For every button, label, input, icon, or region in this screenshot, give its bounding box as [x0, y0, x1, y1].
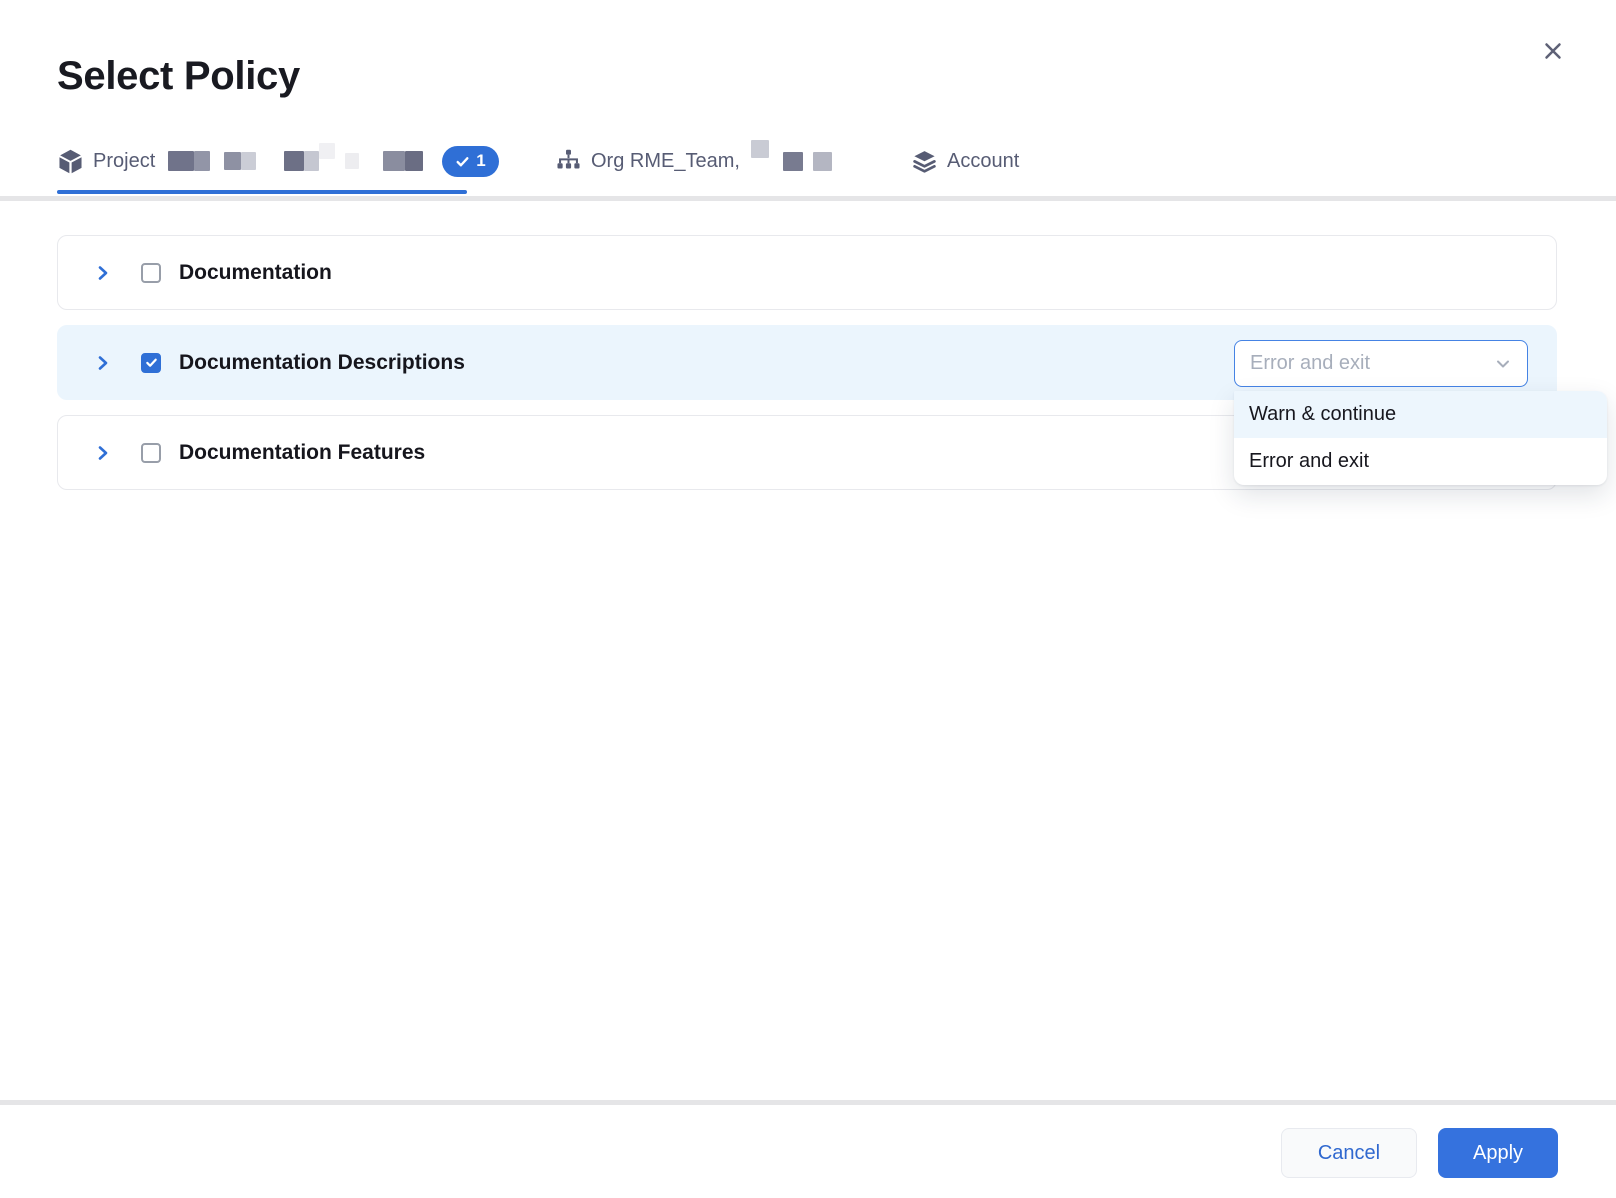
org-chart-icon [555, 148, 582, 175]
action-select-value: Error and exit [1250, 352, 1370, 375]
redacted-block [241, 152, 256, 170]
redacted-block [304, 151, 319, 171]
apply-button[interactable]: Apply [1438, 1128, 1558, 1178]
check-icon [455, 154, 470, 169]
redacted-block [383, 151, 405, 171]
redacted-block [319, 143, 335, 159]
layers-icon [911, 148, 938, 175]
expand-chevron[interactable] [94, 264, 112, 282]
tab-project[interactable]: Project 1 [57, 142, 499, 180]
menu-option-warn-continue[interactable]: Warn & continue [1234, 391, 1607, 438]
tab-account[interactable]: Account [911, 142, 1019, 180]
active-tab-indicator [57, 190, 467, 194]
policy-label: Documentation Descriptions [179, 351, 465, 375]
footer-divider [0, 1100, 1616, 1105]
checkbox-documentation-features[interactable] [141, 443, 161, 463]
policy-label: Documentation Features [179, 441, 425, 465]
cube-icon [57, 148, 84, 175]
redacted-block [783, 152, 803, 171]
chevron-right-icon [94, 444, 112, 462]
tab-org[interactable]: Org RME_Team, [555, 142, 832, 180]
select-policy-modal: Select Policy Project 1 Org RME_Team, [0, 0, 1616, 1198]
cancel-button[interactable]: Cancel [1281, 1128, 1417, 1178]
selected-count: 1 [476, 151, 485, 171]
chevron-down-icon [1493, 354, 1513, 374]
redacted-block [284, 151, 304, 171]
check-icon [145, 356, 158, 369]
checkbox-documentation-descriptions[interactable] [141, 353, 161, 373]
action-select-menu: Warn & continue Error and exit [1234, 391, 1607, 485]
redacted-block [194, 151, 210, 171]
redacted-block [224, 152, 241, 170]
chevron-right-icon [94, 354, 112, 372]
policy-label: Documentation [179, 261, 332, 285]
redacted-block [168, 151, 194, 171]
action-select[interactable]: Error and exit [1234, 340, 1528, 387]
tab-bar-divider [0, 196, 1616, 201]
redacted-block [405, 151, 423, 171]
menu-option-error-exit[interactable]: Error and exit [1234, 438, 1607, 485]
close-button[interactable] [1536, 34, 1570, 68]
tab-org-label: Org RME_Team, [591, 150, 740, 173]
redacted-text [749, 152, 832, 171]
policy-row-documentation: Documentation [57, 235, 1557, 310]
redacted-text [164, 151, 423, 171]
redacted-block [813, 152, 832, 171]
modal-title: Select Policy [57, 52, 300, 100]
chevron-right-icon [94, 264, 112, 282]
close-icon [1541, 39, 1565, 63]
tab-project-label: Project [93, 150, 155, 173]
tab-account-label: Account [947, 150, 1019, 173]
selected-count-badge: 1 [442, 146, 498, 177]
checkbox-documentation[interactable] [141, 263, 161, 283]
expand-chevron[interactable] [94, 444, 112, 462]
expand-chevron[interactable] [94, 354, 112, 372]
redacted-block [751, 140, 769, 158]
redacted-block [345, 153, 359, 169]
